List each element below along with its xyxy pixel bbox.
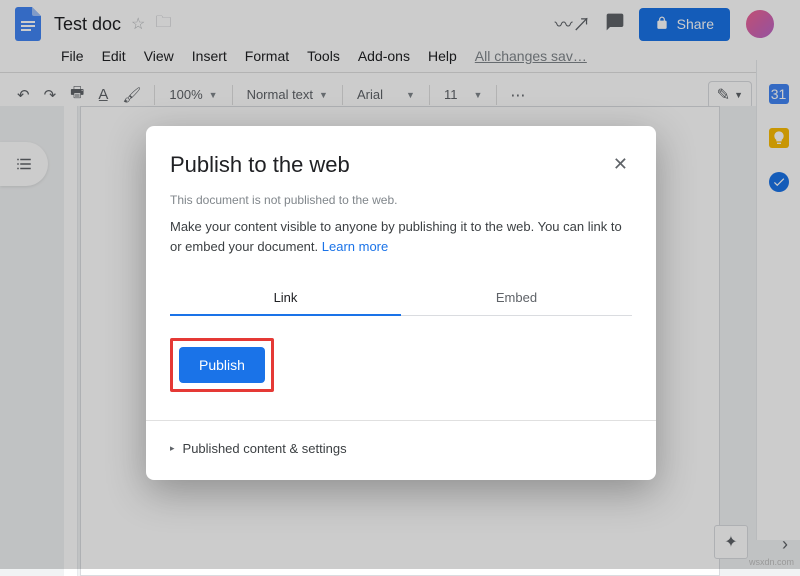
annotation-highlight: Publish — [170, 338, 274, 392]
published-settings-toggle[interactable]: ▸ Published content & settings — [146, 425, 656, 468]
publish-dialog: Publish to the web ✕ This document is no… — [146, 126, 656, 480]
dialog-description: Make your content visible to anyone by p… — [146, 217, 656, 256]
chevron-right-icon: ▸ — [170, 443, 175, 454]
learn-more-link[interactable]: Learn more — [322, 239, 388, 254]
watermark: wsxdn.com — [749, 557, 794, 567]
close-icon[interactable]: ✕ — [609, 150, 632, 179]
publish-button[interactable]: Publish — [179, 347, 265, 383]
dialog-subtitle: This document is not published to the we… — [146, 179, 656, 217]
dialog-title: Publish to the web — [170, 152, 350, 178]
tab-link[interactable]: Link — [170, 280, 401, 315]
tab-embed[interactable]: Embed — [401, 280, 632, 315]
